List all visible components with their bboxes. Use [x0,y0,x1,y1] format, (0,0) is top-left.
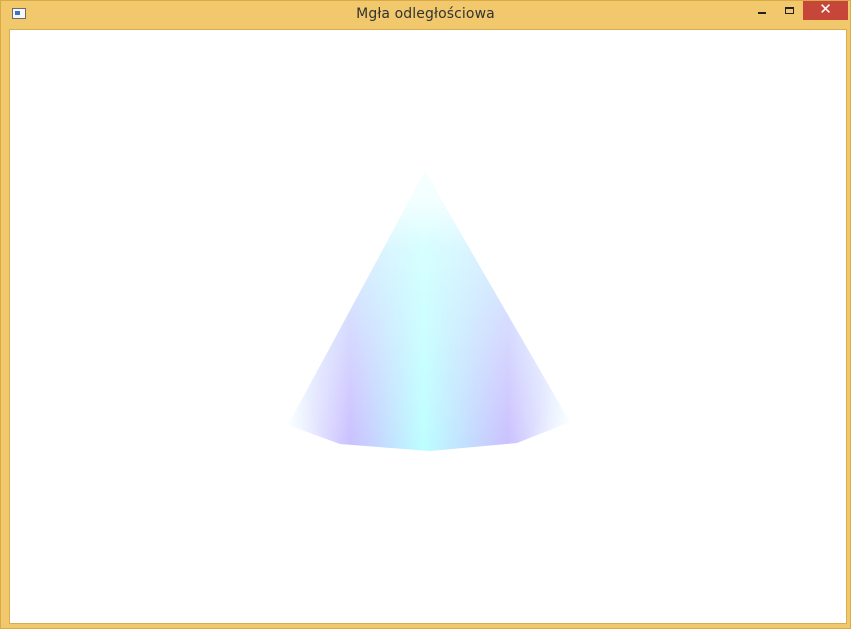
render-viewport[interactable] [9,29,847,624]
maximize-icon [784,6,794,14]
minimize-icon [758,11,766,14]
close-button[interactable]: ✕ [803,1,848,20]
window-title: Mgła odległościowa [356,6,495,22]
cone [288,172,570,451]
maximize-button[interactable] [777,1,801,20]
close-icon: ✕ [819,0,832,18]
cone-edge-fog [288,172,570,451]
fog-cone-scene [288,172,570,451]
title-bar[interactable]: Mgła odległościowa ✕ [1,1,850,29]
app-window: Mgła odległościowa ✕ [0,0,851,629]
minimize-button[interactable] [751,1,773,20]
